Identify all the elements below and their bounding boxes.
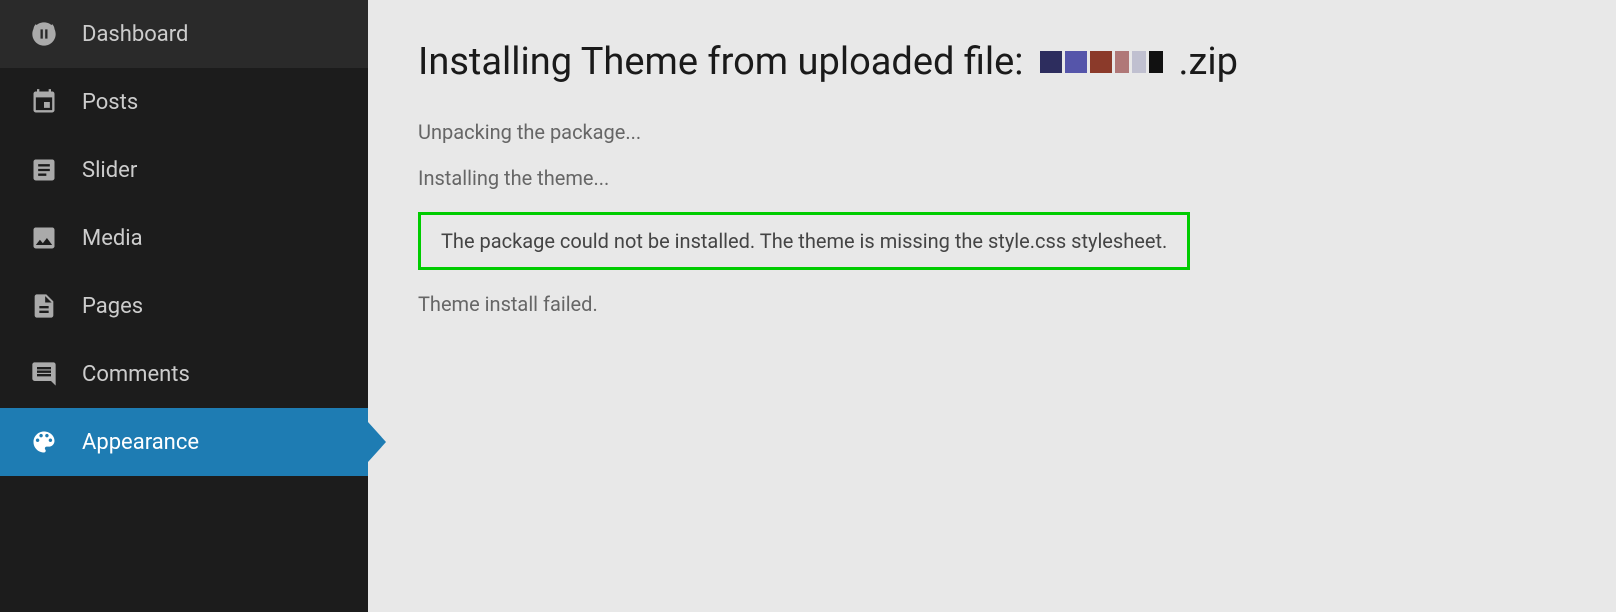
sidebar-item-appearance-label: Appearance [82, 430, 199, 455]
block-2 [1065, 51, 1087, 73]
media-icon [28, 222, 60, 254]
sidebar-item-dashboard-label: Dashboard [82, 22, 188, 47]
block-1 [1040, 51, 1062, 73]
sidebar-item-posts[interactable]: Posts [0, 68, 368, 136]
sidebar-item-slider[interactable]: Slider [0, 136, 368, 204]
block-6 [1149, 51, 1163, 73]
sidebar-item-appearance[interactable]: Appearance [0, 408, 368, 476]
page-title: Installing Theme from uploaded file: .zi… [418, 40, 1566, 84]
appearance-icon [28, 426, 60, 458]
error-message: The package could not be installed. The … [441, 229, 1167, 253]
title-prefix: Installing Theme from uploaded file: [418, 40, 1024, 84]
sidebar-item-dashboard[interactable]: Dashboard [0, 0, 368, 68]
step-unpacking: Unpacking the package... [418, 120, 1566, 144]
sidebar-item-posts-label: Posts [82, 90, 138, 115]
filename-blocks [1040, 51, 1163, 73]
sidebar-item-media[interactable]: Media [0, 204, 368, 272]
slider-icon [28, 154, 60, 186]
title-suffix: .zip [1179, 40, 1238, 84]
sidebar: Dashboard Posts Slider Media Pages Comme… [0, 0, 368, 612]
posts-icon [28, 86, 60, 118]
block-3 [1090, 51, 1112, 73]
sidebar-item-comments-label: Comments [82, 362, 190, 387]
block-4 [1115, 51, 1129, 73]
dashboard-icon [28, 18, 60, 50]
error-box: The package could not be installed. The … [418, 212, 1190, 270]
main-content: Installing Theme from uploaded file: .zi… [368, 0, 1616, 612]
sidebar-item-slider-label: Slider [82, 158, 137, 183]
sidebar-item-pages-label: Pages [82, 294, 143, 319]
fail-message: Theme install failed. [418, 292, 1566, 316]
comments-icon [28, 358, 60, 390]
step-installing: Installing the theme... [418, 166, 1566, 190]
sidebar-item-media-label: Media [82, 226, 143, 251]
sidebar-item-comments[interactable]: Comments [0, 340, 368, 408]
block-5 [1132, 51, 1146, 73]
pages-icon [28, 290, 60, 322]
sidebar-item-pages[interactable]: Pages [0, 272, 368, 340]
